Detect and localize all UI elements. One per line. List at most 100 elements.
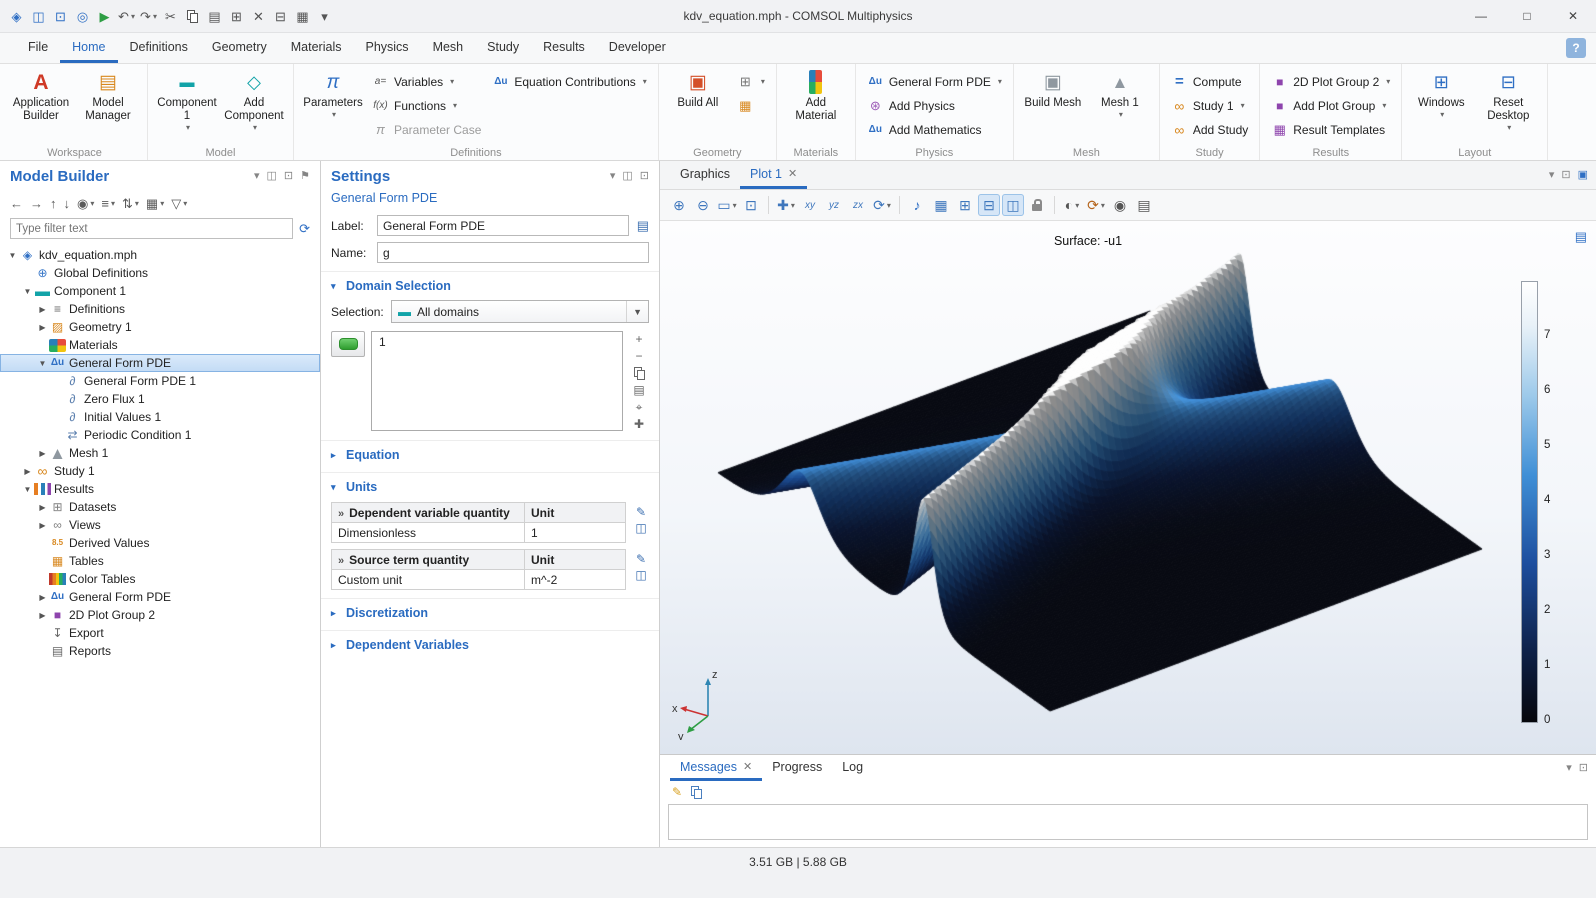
table-view-icon[interactable]: ▦ xyxy=(292,4,313,28)
unit-cell[interactable]: m^-2 xyxy=(525,570,626,590)
move-down-icon[interactable]: ↓ xyxy=(64,197,71,210)
float-panel-icon[interactable]: ◫ xyxy=(267,171,277,182)
ribbon-add-physics-button[interactable]: ⊛Add Physics xyxy=(863,94,1006,117)
scene-light-icon[interactable]: ◐▾ xyxy=(1061,194,1083,216)
minimize-button[interactable]: — xyxy=(1458,0,1504,32)
ribbon-general-form-pde-button[interactable]: ΔuGeneral Form PDE▾ xyxy=(863,70,1006,93)
ribbon-reset-desktop-button[interactable]: ⊟Reset Desktop▾ xyxy=(1476,67,1540,132)
tree-node-materials[interactable]: Materials xyxy=(0,336,320,354)
expander-open-icon[interactable]: ▼ xyxy=(21,287,34,296)
add-to-selection-icon[interactable]: + xyxy=(635,333,642,345)
ribbon-tab-developer[interactable]: Developer xyxy=(597,33,678,63)
ribbon-model-manager-button[interactable]: ▤Model Manager xyxy=(76,67,140,123)
section-units[interactable]: ▾ Units xyxy=(321,472,659,499)
close-tab-icon[interactable]: ✕ xyxy=(788,167,797,180)
graphics-tab-graphics[interactable]: Graphics xyxy=(670,161,740,189)
tree-node-tables[interactable]: ▦Tables xyxy=(0,552,320,570)
expander-closed-icon[interactable]: ▶ xyxy=(21,467,34,476)
tab-list-icon[interactable]: ▾ xyxy=(1549,170,1555,181)
expander-closed-icon[interactable]: ▶ xyxy=(36,593,49,602)
selection-dropdown[interactable]: ▬ All domains ▼ xyxy=(391,300,649,323)
dock-panel-icon[interactable]: ⊡ xyxy=(640,171,649,182)
node-text-icon[interactable]: ≡▾ xyxy=(101,197,115,210)
open-file-icon[interactable]: ◫ xyxy=(28,4,49,28)
unit-table-icon[interactable]: ◫ xyxy=(635,569,646,581)
ribbon-tab-study[interactable]: Study xyxy=(475,33,531,63)
close-button[interactable]: ✕ xyxy=(1550,0,1596,32)
filter-icon[interactable]: ▽▾ xyxy=(171,197,187,210)
copy-text-icon[interactable] xyxy=(691,786,702,798)
filter-input[interactable] xyxy=(10,218,293,239)
insert-table-icon[interactable]: ⊟ xyxy=(270,4,291,28)
ribbon-tab-results[interactable]: Results xyxy=(531,33,597,63)
image-snapshot-icon[interactable]: ▦ xyxy=(930,194,952,216)
expander-open-icon[interactable]: ▼ xyxy=(21,485,34,494)
plot-in-window-icon[interactable]: ⊟ xyxy=(978,194,1000,216)
unit-cell[interactable]: 1 xyxy=(525,523,626,543)
run-icon[interactable]: ▶ xyxy=(94,4,115,28)
ribbon-tab-file[interactable]: File xyxy=(16,33,60,63)
copy-icon[interactable] xyxy=(182,4,203,28)
tree-node-color-tables[interactable]: Color Tables xyxy=(0,570,320,588)
zoom-out-icon[interactable]: ⊖ xyxy=(692,194,714,216)
ribbon-geom-grid-button[interactable]: ▦ xyxy=(733,94,769,117)
paste-icon[interactable]: ▤ xyxy=(204,4,225,28)
zoom-to-selection-icon[interactable]: ⌖ xyxy=(636,401,643,413)
tree-node-initial-values-1[interactable]: ∂Initial Values 1 xyxy=(0,408,320,426)
tree-node-geometry-1[interactable]: ▶▨Geometry 1 xyxy=(0,318,320,336)
clear-messages-icon[interactable]: ✎ xyxy=(672,786,682,798)
ribbon-equation-contributions-button[interactable]: ΔuEquation Contributions▾ xyxy=(488,70,650,93)
edit-icon[interactable]: ✎ xyxy=(636,506,646,518)
tree-node-views[interactable]: ▶∞Views xyxy=(0,516,320,534)
tab-list-icon[interactable]: ▾ xyxy=(1566,763,1572,774)
quantity-cell[interactable]: Dimensionless xyxy=(332,523,525,543)
delete-icon[interactable]: ✕ xyxy=(248,4,269,28)
section-equation[interactable]: ▸ Equation xyxy=(321,440,659,467)
ribbon-add-material-button[interactable]: Add Material xyxy=(784,67,848,123)
tree-node-zero-flux-1[interactable]: ∂Zero Flux 1 xyxy=(0,390,320,408)
comsol-logo-icon[interactable]: ◈ xyxy=(6,4,27,28)
tree-node-periodic-condition-1[interactable]: ⇄Periodic Condition 1 xyxy=(0,426,320,444)
pin-panel-icon[interactable]: ⚑ xyxy=(300,171,310,182)
graphics-tab-plot-1[interactable]: Plot 1✕ xyxy=(740,161,807,189)
plot-properties-icon[interactable]: ▤ xyxy=(1575,230,1587,243)
back-icon[interactable]: ← xyxy=(10,197,23,210)
search-icon[interactable]: ◎ xyxy=(72,4,93,28)
ribbon-build-all-button[interactable]: ▣Build All xyxy=(666,67,730,117)
label-note-icon[interactable]: ▤ xyxy=(637,219,649,232)
columns-icon[interactable]: ▦▾ xyxy=(146,197,164,210)
plot-table-icon[interactable]: ⊞ xyxy=(954,194,976,216)
tree-node-2d-plot-group-2[interactable]: ▶■2D Plot Group 2 xyxy=(0,606,320,624)
ribbon-add-mathematics-button[interactable]: ΔuAdd Mathematics xyxy=(863,118,1006,141)
go-to-default-view-icon[interactable]: ✚▾ xyxy=(775,194,797,216)
refresh-plot-icon[interactable]: ⟳▾ xyxy=(871,194,893,216)
table-expand-icon[interactable]: » xyxy=(338,508,344,520)
show-icon[interactable]: ◉▾ xyxy=(77,197,94,210)
table-expand-icon[interactable]: » xyxy=(338,555,344,567)
plot-settings-icon[interactable]: ▣ xyxy=(1578,170,1588,181)
tree-node-general-form-pde[interactable]: ▶ΔuGeneral Form PDE xyxy=(0,588,320,606)
ribbon-add-plot-group-button[interactable]: ■Add Plot Group▾ xyxy=(1267,94,1394,117)
tree-node-datasets[interactable]: ▶⊞Datasets xyxy=(0,498,320,516)
tree-node-study-1[interactable]: ▶∞Study 1 xyxy=(0,462,320,480)
ribbon-tab-home[interactable]: Home xyxy=(60,33,117,63)
tree-node-general-form-pde[interactable]: ▼ΔuGeneral Form PDE xyxy=(0,354,320,372)
edit-icon[interactable]: ✎ xyxy=(636,553,646,565)
expander-open-icon[interactable]: ▼ xyxy=(36,359,49,368)
move-selection-icon[interactable]: ✚ xyxy=(634,418,644,430)
ribbon-2d-plot-group-2-button[interactable]: ■2D Plot Group 2▾ xyxy=(1267,70,1394,93)
zoom-extents-icon[interactable]: ⊡ xyxy=(740,194,762,216)
lock-axes-icon[interactable] xyxy=(1026,194,1048,216)
unit-table-icon[interactable]: ◫ xyxy=(635,522,646,534)
ribbon-result-templates-button[interactable]: ▦Result Templates xyxy=(1267,118,1394,141)
tree-node-reports[interactable]: ▤Reports xyxy=(0,642,320,660)
dock-plot-icon[interactable]: ◫ xyxy=(1002,194,1024,216)
section-dependent-variables[interactable]: ▸ Dependent Variables xyxy=(321,630,659,657)
active-toggle-button[interactable] xyxy=(331,331,365,357)
messages-tab-log[interactable]: Log xyxy=(832,755,873,781)
tree-node-kdv-equation-mph[interactable]: ▼◈kdv_equation.mph xyxy=(0,246,320,264)
snapshot-camera-icon[interactable]: ◉ xyxy=(1109,194,1131,216)
collapse-panel-icon[interactable]: ▾ xyxy=(254,171,260,182)
play-sound-icon[interactable]: ♪ xyxy=(906,194,928,216)
collapse-panel-icon[interactable]: ▾ xyxy=(610,171,616,182)
